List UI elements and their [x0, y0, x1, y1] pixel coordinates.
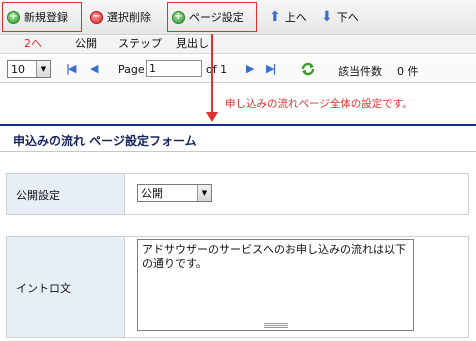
pager: 10 ▼ |◀ ◀ Page 1 of 1 ▶ ▶| 該当件数 0 件 [0, 57, 476, 83]
page-settings-label: ページ設定 [189, 11, 244, 24]
page-number-input[interactable]: 1 [146, 60, 202, 77]
intro-text-label: イントロ文 [16, 282, 71, 295]
new-button[interactable]: + 新規登録 [2, 2, 82, 32]
publish-setting-value: 公開 [141, 187, 163, 200]
page-label: Page [118, 63, 145, 76]
result-count-value: 0 件 [397, 65, 419, 78]
new-button-label: 新規登録 [24, 11, 68, 24]
dropdown-arrow-icon: ▼ [197, 185, 211, 201]
dropdown-arrow-icon: ▼ [36, 61, 50, 77]
form-title-bar: 申込みの流れ ページ設定フォーム [0, 124, 476, 152]
minus-icon: − [90, 10, 103, 24]
intro-text-area[interactable]: アドサウザーのサービスへのお申し込みの流れは以下の通りです。 [137, 239, 414, 331]
arrow-up-icon: ⬆ [269, 9, 281, 25]
first-page-icon[interactable]: |◀ [66, 62, 77, 75]
form-title: 申込みの流れ ページ設定フォーム [13, 134, 197, 148]
delete-selected-button[interactable]: − 選択削除 [86, 2, 155, 32]
refresh-icon[interactable] [300, 61, 316, 77]
page-number-value: 1 [149, 62, 156, 75]
intro-text-label-cell: イントロ文 [7, 237, 125, 337]
page-settings-button[interactable]: + ページ設定 [167, 2, 257, 32]
gear-plus-icon: + [172, 10, 185, 24]
publish-setting-label: 公開設定 [16, 189, 60, 202]
result-count-label: 該当件数 [338, 65, 382, 78]
tab-step[interactable]: ステップ [118, 36, 162, 54]
annotation-text: 申し込みの流れページ全体の設定です。 [225, 98, 413, 110]
annotation-arrow-line [211, 34, 213, 116]
publish-setting-label-cell: 公開設定 [7, 174, 125, 214]
tab-heading[interactable]: 見出し [176, 36, 209, 54]
column-tabs: 2へ 公開 ステップ 見出し [0, 36, 476, 54]
per-page-select[interactable]: 10 ▼ [7, 60, 51, 78]
annotation-arrow-head-icon [206, 112, 218, 122]
prev-page-icon[interactable]: ◀ [90, 62, 99, 75]
step-annotation: 2へ [24, 37, 42, 50]
last-page-icon[interactable]: ▶| [266, 62, 277, 75]
per-page-value: 10 [11, 62, 25, 76]
next-page-icon[interactable]: ▶ [246, 62, 255, 75]
publish-setting-select[interactable]: 公開 ▼ [137, 184, 212, 202]
tab-publish[interactable]: 公開 [75, 36, 97, 54]
move-up-button[interactable]: ⬆ 上へ [265, 2, 311, 32]
intro-text-row: イントロ文 アドサウザーのサービスへのお申し込みの流れは以下の通りです。 [6, 236, 469, 338]
move-down-button[interactable]: ⬇ 下へ [317, 2, 363, 32]
toolbar: + 新規登録 − 選択削除 + ページ設定 ⬆ 上へ ⬇ 下へ [0, 0, 476, 35]
publish-setting-row: 公開設定 公開 ▼ [6, 173, 469, 215]
of-pages-label: of 1 [206, 63, 228, 76]
plus-icon: + [7, 10, 20, 24]
resize-grip-icon[interactable] [263, 323, 288, 328]
arrow-down-icon: ⬇ [321, 9, 333, 25]
move-up-label: 上へ [284, 11, 307, 24]
intro-text-value: アドサウザーのサービスへのお申し込みの流れは以下の通りです。 [142, 243, 406, 270]
move-down-label: 下へ [336, 11, 359, 24]
delete-button-label: 選択削除 [107, 11, 151, 24]
